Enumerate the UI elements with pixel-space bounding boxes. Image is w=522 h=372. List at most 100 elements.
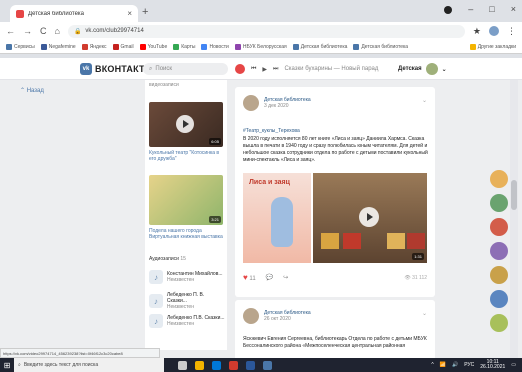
video-title[interactable]: Кукольный театр "Котосинка в его дружба" (149, 150, 223, 162)
more-icon[interactable]: ⌄ (422, 97, 427, 104)
windows-start-icon[interactable]: ⊞ (0, 358, 14, 372)
prev-track-icon[interactable]: ⏮ (251, 66, 256, 73)
bookmark-item[interactable]: Gmail (112, 43, 134, 50)
sticker-icon[interactable] (490, 242, 508, 260)
chevron-down-icon: ⌄ (441, 66, 447, 73)
news-icon (201, 43, 208, 50)
vk-logo[interactable]: vk ВКОНТАКТЕ (80, 63, 151, 75)
bookmark-item[interactable]: НБУК Белорусская (234, 43, 287, 50)
wall-post: Детская библиотека 26 окт 2020 ⌄ Ясюкеви… (235, 300, 435, 360)
play-icon[interactable] (359, 207, 379, 227)
clock[interactable]: 10:11 26.10.2021 (480, 360, 505, 370)
windows-taskbar: ⊞ ⌕ Введите здесь текст для поиска ^ 📶 🔊… (0, 358, 522, 372)
next-track-icon[interactable]: ⏭ (273, 66, 278, 73)
minimize-button[interactable]: – (468, 4, 473, 14)
video-thumbnail[interactable]: 3:21 (149, 175, 223, 225)
bookmark-item[interactable]: Яндекс (81, 43, 107, 50)
reload-button[interactable]: C (40, 26, 47, 36)
maximize-button[interactable]: □ (489, 4, 494, 14)
post-video[interactable]: 1:31 (313, 173, 427, 263)
language-indicator[interactable]: РУС (464, 362, 474, 368)
sticker-icon[interactable] (490, 170, 508, 188)
clock-date: 26.10.2021 (480, 364, 506, 370)
house-decoration (387, 233, 405, 249)
scrollbar-thumb[interactable] (511, 180, 517, 210)
taskbar-search-placeholder: Введите здесь текст для поиска (23, 362, 99, 368)
vk-header: vk ВКОНТАКТЕ ⌕ Поиск ⏮ ▶ ⏭ Сказки бухари… (0, 58, 522, 80)
volume-icon[interactable]: 🔊 (452, 362, 458, 368)
close-window-button[interactable]: × (511, 4, 516, 14)
record-icon[interactable] (444, 6, 453, 14)
menu-icon[interactable]: ⋮ (507, 26, 516, 37)
gmail-icon (112, 43, 119, 50)
back-link[interactable]: ⌃ Назад (20, 87, 44, 94)
profile-avatar[interactable] (489, 26, 499, 36)
notifications-icon[interactable]: ▭ (511, 362, 516, 368)
maps-icon (173, 43, 180, 50)
audio-header[interactable]: Аудиозаписи 15 (149, 256, 186, 262)
forward-button[interactable]: → (23, 26, 32, 36)
back-button[interactable]: ← (6, 26, 15, 36)
bookmark-item[interactable]: Детская библиотека (292, 43, 347, 50)
word-icon[interactable] (246, 360, 255, 370)
sticker-icon[interactable] (490, 314, 508, 332)
author-avatar[interactable] (243, 95, 259, 111)
post-date[interactable]: 26 окт 2020 (264, 316, 311, 322)
bookmark-item[interactable]: Сервисы (6, 43, 35, 50)
taskbar-search[interactable]: ⌕ Введите здесь текст для поиска (14, 358, 164, 372)
comment-icon[interactable]: 💬 (266, 274, 273, 281)
chevron-up-icon[interactable]: ^ (431, 362, 433, 368)
play-icon[interactable]: ▶ (262, 66, 267, 73)
video-duration: 3:21 (209, 216, 221, 223)
chrome-icon[interactable] (229, 360, 238, 370)
bookmark-item[interactable]: Карты (173, 43, 195, 50)
tab-close-icon[interactable]: × (127, 9, 132, 18)
audio-item[interactable]: ♪ Лебеденко П. В. Сказки... Неизвестен (149, 292, 225, 310)
sticker-icon[interactable] (490, 218, 508, 236)
more-icon[interactable]: ⌄ (422, 310, 427, 317)
user-avatar (425, 63, 438, 75)
post-text: В 2020 году исполняется 80 лет книге «Ли… (243, 136, 428, 163)
author-avatar[interactable] (243, 308, 259, 324)
home-button[interactable]: ⌂ (55, 26, 60, 36)
toolbar-right: ★ ⋮ (473, 26, 516, 37)
play-icon[interactable] (176, 115, 194, 133)
sticker-icon[interactable] (490, 266, 508, 284)
other-bookmarks[interactable]: Другие закладки (469, 43, 516, 50)
community-sidebar: видеозаписи 6:05 Кукольный театр "Котоси… (145, 80, 227, 350)
user-menu[interactable]: Детская ⌄ (398, 63, 447, 75)
audio-item[interactable]: ♪ Лебеденко П.В. Сказки... Неизвестен (149, 314, 225, 328)
taskbar-apps (178, 360, 272, 370)
bookmark-item[interactable]: YouTube (139, 43, 167, 50)
task-view-icon[interactable] (178, 360, 187, 370)
share-icon[interactable]: ↪ (283, 274, 288, 281)
post-hashtag[interactable]: #Театр_куклы_Терехова (243, 128, 300, 134)
star-icon[interactable]: ★ (473, 26, 481, 37)
file-explorer-icon[interactable] (195, 360, 204, 370)
app-icon[interactable] (263, 360, 272, 370)
sticker-icon[interactable] (490, 290, 508, 308)
bookmark-item[interactable]: Детская библиотека (353, 43, 408, 50)
video-title[interactable]: Подела нашего города Виртуальная книжная… (149, 228, 223, 240)
post-image[interactable]: Лиса и заяц (243, 173, 311, 263)
like-button[interactable]: ♥ 11 (243, 273, 256, 282)
page-scrollbar[interactable] (510, 80, 518, 362)
audio-info: Лебеденко П.В. Сказки... Неизвестен (167, 315, 225, 327)
browser-tab[interactable]: Детская библиотека × (10, 5, 138, 22)
vk-search-input[interactable]: ⌕ Поиск (143, 63, 228, 75)
sticker-icon[interactable] (490, 194, 508, 212)
arrow-up-icon: ⌃ (20, 88, 27, 94)
bookmark-item[interactable]: Negafemine (40, 43, 76, 50)
store-icon[interactable] (212, 360, 221, 370)
address-bar[interactable]: 🔒 vk.com/club29974714 (67, 24, 465, 38)
post-date[interactable]: 3 дек 2020 (264, 103, 311, 109)
network-icon[interactable]: 📶 (440, 362, 446, 368)
music-note-icon: ♪ (149, 314, 163, 328)
video-thumbnail[interactable]: 6:05 (149, 102, 223, 147)
bookmark-item[interactable]: Новости (201, 43, 229, 50)
audio-item[interactable]: ♪ Константин Михайлов... Неизвестен (149, 270, 225, 284)
vk-logo-icon: vk (80, 63, 92, 75)
now-playing[interactable]: Сказки бухарины — Новый парад (284, 66, 378, 72)
notifications-icon[interactable] (235, 64, 245, 74)
new-tab-button[interactable]: + (142, 6, 148, 18)
